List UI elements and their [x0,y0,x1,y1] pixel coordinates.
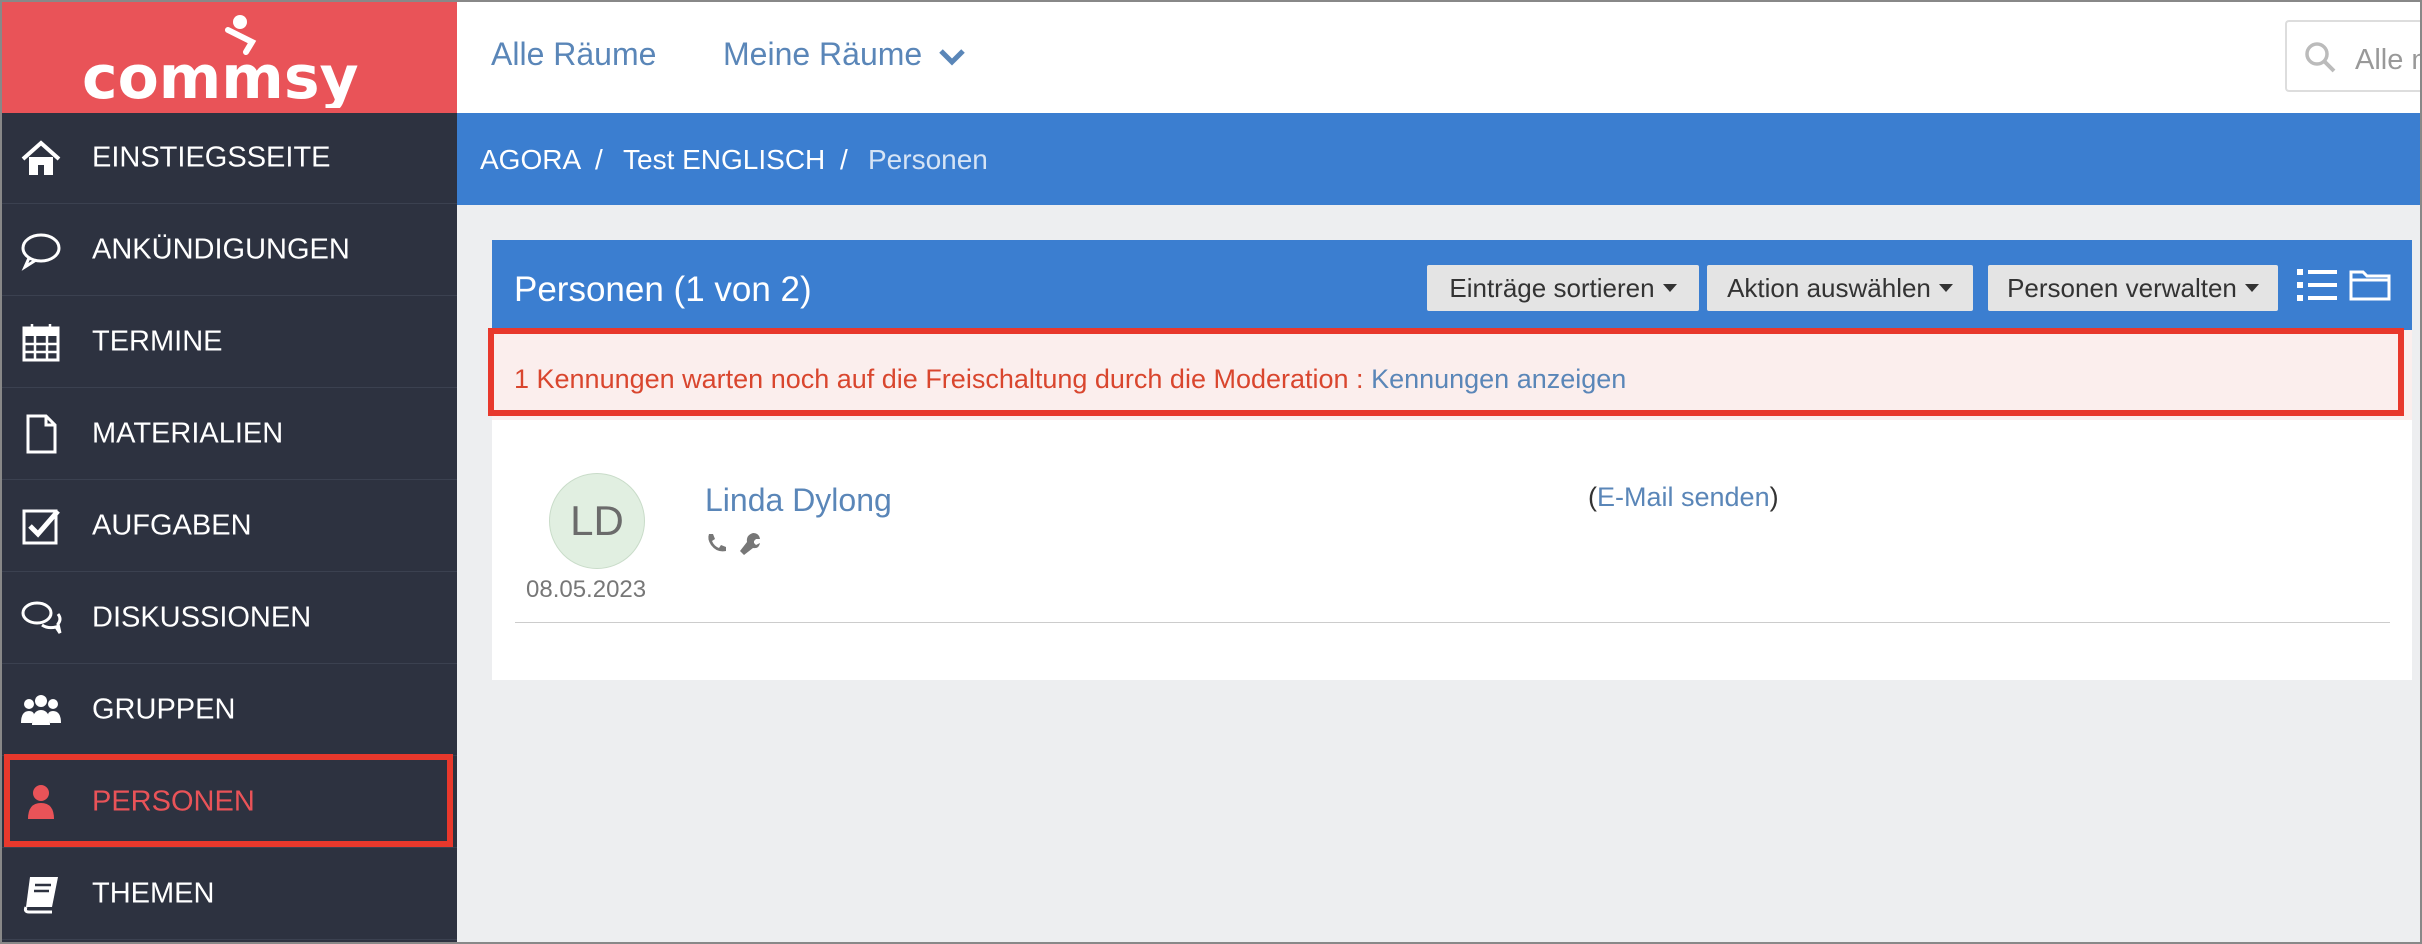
person-icons [705,530,763,556]
logo-text: commsy [82,43,359,108]
send-email: (E-Mail senden) [1588,482,1779,513]
sidebar-item-label: GRUPPEN [92,693,236,726]
caret-down-icon [1938,284,1953,292]
sidebar-item-label: EINSTIEGSSEITE [92,141,331,174]
group-icon [21,695,61,725]
folder-icon[interactable] [2349,266,2391,302]
top-navigation: Alle Räume Meine Räume [457,0,2422,113]
panel-header: Personen (1 von 2) Einträge sortieren Ak… [492,240,2412,330]
speech-bubble-icon [21,233,61,271]
sidebar-item-label: DISKUSSIONEN [92,601,312,634]
search-placeholder: Alle m [2355,44,2422,76]
my-rooms-dropdown[interactable]: Meine Räume [723,36,967,73]
caret-down-icon [2244,284,2259,292]
sidebar-item-materialien[interactable]: MATERIALIEN [0,389,457,480]
document-icon [26,414,57,454]
persons-panel: Personen (1 von 2) Einträge sortieren Ak… [488,240,2412,680]
mail-paren-close: ) [1769,482,1779,512]
sidebar-active-highlight [4,754,453,847]
caret-down-icon [1662,284,1677,292]
chevron-down-icon [939,48,965,66]
alert-text: 1 Kennungen warten noch auf die Freischa… [514,364,1372,394]
manage-persons-button[interactable]: Personen verwalten [1988,265,2278,311]
all-rooms-link[interactable]: Alle Räume [491,36,656,73]
sidebar-item-label: TERMINE [92,325,223,358]
breadcrumb-agora[interactable]: AGORA [480,144,581,176]
sidebar-item-gruppen[interactable]: GRUPPEN [0,665,457,756]
sidebar-item-ankuendigungen[interactable]: ANKÜNDIGUNGEN [0,205,457,296]
wrench-icon [740,533,761,555]
avatar-initials: LD [570,497,624,544]
send-email-link[interactable]: E-Mail senden [1597,482,1770,512]
checkbox-icon [22,509,60,545]
search-input[interactable]: Alle m [2285,20,2422,92]
my-rooms-label: Meine Räume [723,36,923,72]
manage-persons-label: Personen verwalten [2007,272,2237,303]
sidebar-item-label: AUFGABEN [92,509,252,542]
calendar-icon [22,324,60,362]
sidebar-item-themen[interactable]: THEMEN [0,849,457,940]
sidebar-item-termine[interactable]: TERMINE [0,297,457,388]
commsy-logo[interactable]: commsy [0,0,457,113]
phone-icon [708,534,726,552]
book-icon [23,877,58,914]
sidebar-item-diskussionen[interactable]: DISKUSSIONEN [0,573,457,664]
sidebar-item-label: THEMEN [92,877,215,910]
alert-message: 1 Kennungen warten noch auf die Freischa… [514,364,1626,395]
select-action-button[interactable]: Aktion auswählen [1707,265,1973,311]
sidebar-item-einstiegsseite[interactable]: EINSTIEGSSEITE [0,113,457,204]
person-date: 08.05.2023 [526,576,647,603]
discussion-icon [21,601,62,634]
row-divider [515,622,2390,623]
mail-paren-open: ( [1588,482,1597,512]
commsy-logo-icon: commsy [82,15,359,108]
sort-entries-button[interactable]: Einträge sortieren [1427,265,1699,311]
sidebar-item-label: MATERIALIEN [92,417,284,450]
select-action-label: Aktion auswählen [1727,272,1931,303]
show-accounts-link[interactable]: Kennungen anzeigen [1371,364,1626,394]
sort-entries-label: Einträge sortieren [1449,272,1655,303]
breadcrumb-test-englisch[interactable]: Test ENGLISCH [623,144,825,176]
person-name-link[interactable]: Linda Dylong [705,482,892,519]
breadcrumb-separator: / [840,144,848,175]
avatar[interactable]: LD [549,473,645,569]
breadcrumb: AGORA / Test ENGLISCH / Personen [457,113,2422,205]
panel-title: Personen (1 von 2) [514,270,812,309]
search-icon [2305,42,2336,73]
home-icon [21,140,61,175]
list-view-icon[interactable] [2297,267,2337,303]
breadcrumb-personen: Personen [868,144,988,175]
sidebar: commsy EINSTIEGSSEITE ANKÜNDIGUNGEN TERM… [0,0,457,944]
sidebar-item-label: ANKÜNDIGUNGEN [92,233,350,266]
sidebar-item-aufgaben[interactable]: AUFGABEN [0,481,457,572]
breadcrumb-separator: / [595,144,603,175]
